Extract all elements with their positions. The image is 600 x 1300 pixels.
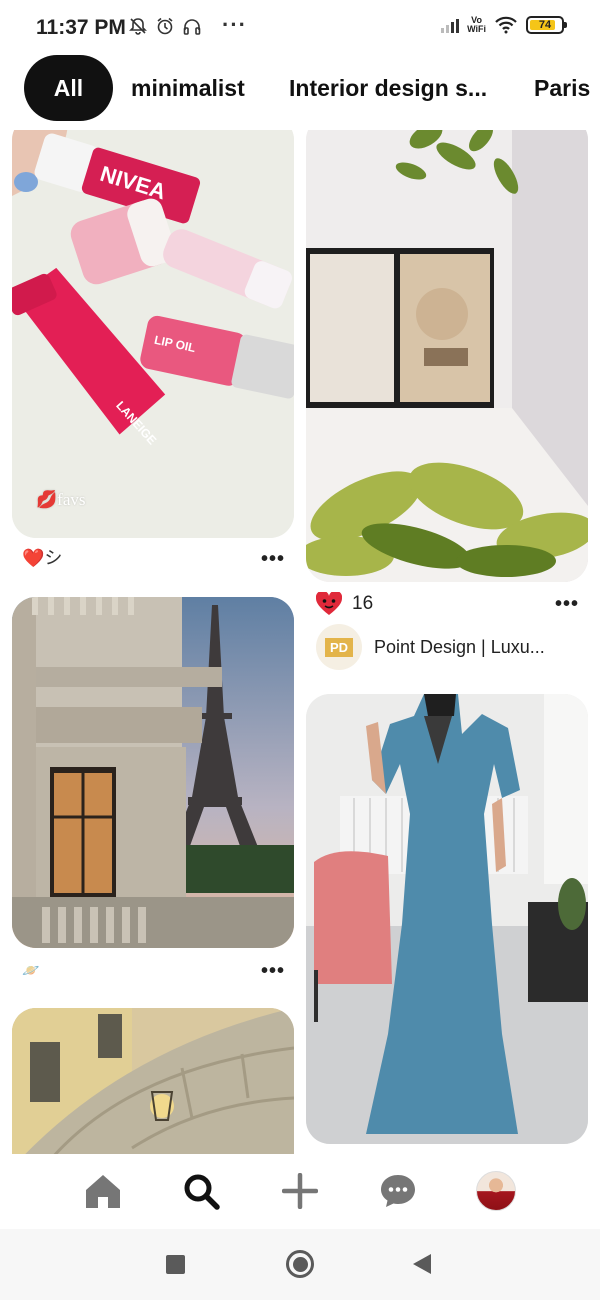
back-button[interactable] <box>412 1253 432 1275</box>
nav-create[interactable] <box>278 1169 322 1213</box>
paris-photo <box>12 597 294 948</box>
pin-overlay-text: 💋favs <box>36 490 86 509</box>
system-navigation-bar <box>0 1229 600 1300</box>
pin-more-button[interactable]: ••• <box>555 593 579 616</box>
pin-more-button[interactable]: ••• <box>261 548 285 571</box>
headphones-icon <box>183 19 201 35</box>
status-system-icons: Vo WiFi 74 <box>441 15 567 34</box>
search-icon <box>184 1174 220 1210</box>
wifi-icon <box>495 16 517 34</box>
filter-chip-all[interactable]: All <box>24 55 113 121</box>
vowifi-icon: Vo WiFi <box>467 15 486 34</box>
pin-image-interior[interactable] <box>306 130 588 582</box>
reaction-count: 16 <box>352 593 374 614</box>
interior-photo <box>306 130 588 582</box>
filter-chip-paris[interactable]: Paris <box>534 55 590 121</box>
source-logo: PD <box>324 637 354 657</box>
lip-products-photo: NIVEA LANEIGE LIP OIL <box>12 130 294 538</box>
home-icon <box>86 1175 120 1208</box>
board-filter-bar: All minimalist Interior design s... Pari… <box>0 55 600 121</box>
battery-level: 74 <box>538 19 552 31</box>
nav-home[interactable] <box>81 1169 125 1213</box>
heart-eyes-icon <box>316 592 342 615</box>
filter-chip-minimalist[interactable]: minimalist <box>131 55 245 121</box>
pin-caption-lip: ❤️シ <box>22 548 63 568</box>
bottom-navigation <box>0 1155 600 1229</box>
pin-caption-paris: 🪐 <box>22 962 40 978</box>
plus-icon <box>282 1173 318 1209</box>
pin-image-dress[interactable] <box>306 694 588 1144</box>
filter-chip-interior-design[interactable]: Interior design s... <box>289 55 487 121</box>
pin-feed[interactable]: NIVEA LANEIGE LIP OIL 💋favs ❤️シ ••• 16 •… <box>0 130 600 1154</box>
pin-reactions[interactable]: 16 <box>316 592 373 616</box>
recent-apps-button[interactable] <box>166 1255 185 1274</box>
pin-source[interactable]: PD Point Design | Luxu... <box>316 624 545 670</box>
pin-image-building[interactable] <box>12 1008 294 1154</box>
nav-messages[interactable] <box>376 1169 420 1213</box>
signal-icon <box>441 17 460 33</box>
pin-image-lip-products[interactable]: NIVEA LANEIGE LIP OIL 💋favs <box>12 130 294 538</box>
nav-profile[interactable] <box>474 1169 518 1213</box>
status-time: 11:37 PM <box>36 16 126 39</box>
source-avatar: PD <box>316 624 362 670</box>
lips-icon: 💋 <box>36 490 58 509</box>
nav-search[interactable] <box>179 1169 223 1213</box>
source-name: Point Design | Luxu... <box>374 636 545 657</box>
pin-more-button[interactable]: ••• <box>261 960 285 983</box>
battery-icon: 74 <box>526 16 567 34</box>
status-more-icon: ··· <box>222 12 247 37</box>
status-notification-icons <box>128 16 202 36</box>
alarm-icon <box>157 17 173 35</box>
mute-icon <box>129 18 147 35</box>
dress-photo <box>306 694 588 1144</box>
building-photo <box>12 1008 294 1154</box>
avatar <box>476 1171 516 1211</box>
pin-image-paris[interactable] <box>12 597 294 948</box>
home-button[interactable] <box>286 1250 314 1278</box>
status-bar: 11:37 PM ··· Vo WiFi 74 <box>0 0 600 56</box>
chat-bubble-icon <box>381 1175 415 1207</box>
